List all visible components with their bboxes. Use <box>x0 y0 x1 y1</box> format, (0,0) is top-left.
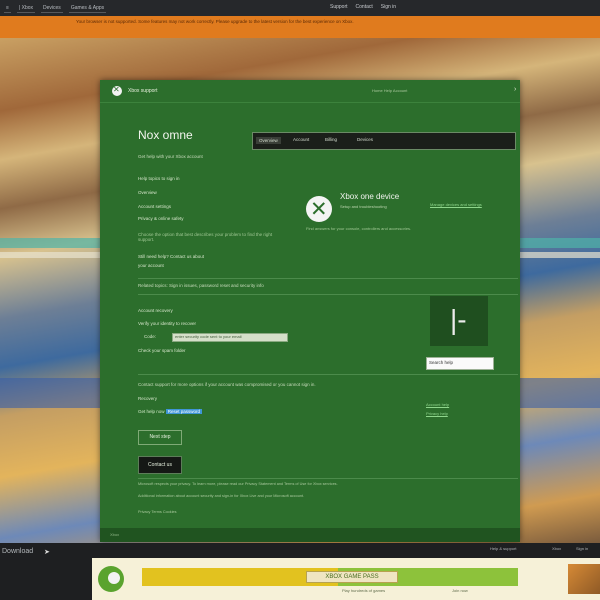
divider <box>138 374 518 375</box>
tab-billing[interactable]: Billing <box>325 137 337 142</box>
option-description: Choose the option that best describes yo… <box>138 232 273 242</box>
recovery-links: Get help now Reset password <box>138 409 203 414</box>
footer-links[interactable]: Privacy Terms Cookies <box>138 510 177 514</box>
secondary-text-1: Still need help? Contact us about <box>138 254 205 259</box>
xbox-logo-icon[interactable] <box>112 85 122 96</box>
spam-folder-note: Check your spam folder <box>138 348 186 353</box>
promo-headline[interactable]: XBOX GAME PASS <box>306 571 398 583</box>
support-link[interactable]: Support <box>330 4 348 10</box>
panel-header-links[interactable]: Home Help Account <box>372 88 407 93</box>
tab-devices[interactable]: Devices <box>357 137 373 142</box>
search-help-input[interactable]: Search help <box>426 357 494 370</box>
account-recovery-heading: Account recovery <box>138 308 173 313</box>
top-nav-item-2[interactable]: Devices <box>41 4 63 13</box>
cursor-glyph-icon: |- <box>450 304 467 335</box>
recovery-label: Recovery <box>138 396 158 401</box>
tab-overview[interactable]: Overview <box>256 137 281 144</box>
account-help-link[interactable]: Account help <box>426 402 449 407</box>
tab-bar: Overview Account Billing Devices <box>252 132 516 150</box>
browser-warning-text: Your browser is not supported. Some feat… <box>76 19 354 24</box>
next-step-button[interactable]: Next step <box>138 430 182 445</box>
panel-footer-brand: Xbox <box>110 532 120 537</box>
panel-brand[interactable]: Xbox support <box>128 88 157 94</box>
xbox-logo-promo-icon <box>108 572 120 584</box>
intro-text: Get help with your Xbox account <box>138 154 203 159</box>
panel-footer: Xbox <box>100 528 520 542</box>
footer-line-2: Additional information about account sec… <box>138 494 305 498</box>
divider <box>138 294 518 295</box>
preview-tile: |- <box>430 296 488 346</box>
feature-title: Xbox one device <box>340 192 400 201</box>
promo-thumbnail <box>568 564 600 594</box>
support-panel: Xbox support Home Help Account › Nox omn… <box>100 80 520 542</box>
feature-subtitle: Setup and troubleshooting <box>340 204 387 209</box>
secondary-text-2[interactable]: your account <box>138 263 164 268</box>
bottom-link-signin[interactable]: Sign in <box>576 546 588 551</box>
footer-line-1: Microsoft respects your privacy. To lear… <box>138 482 338 486</box>
privacy-help-link[interactable]: Privacy help <box>426 411 448 416</box>
sign-in-link[interactable]: Sign in <box>381 4 396 10</box>
security-code-value: enter security code sent to your email <box>175 334 242 339</box>
bottom-link-xbox[interactable]: Xbox <box>552 546 561 551</box>
arrow-icon[interactable]: ➤ <box>44 548 50 556</box>
code-label: Code: <box>144 334 157 339</box>
page-title: Nox omne <box>138 128 193 142</box>
contact-link[interactable]: Contact <box>356 4 373 10</box>
feature-description: Find answers for your console, controlle… <box>306 226 412 231</box>
promo-sub-1: Play hundreds of games <box>342 588 386 593</box>
divider <box>138 278 518 279</box>
top-nav-links: ≡ | Xbox Devices Games & Apps <box>4 4 107 13</box>
chevron-right-icon[interactable]: › <box>514 86 516 93</box>
get-help-link[interactable]: Get help now <box>138 409 165 414</box>
verify-identity-text: Verify your identity to recover <box>138 321 197 326</box>
top-nav-item-3[interactable]: Games & Apps <box>68 4 107 13</box>
divider <box>138 478 518 479</box>
manage-devices-link[interactable]: Manage devices and settings <box>430 202 482 207</box>
promo-sub-2[interactable]: Join now <box>452 588 468 593</box>
option-privacy[interactable]: Privacy & online safety <box>138 216 184 221</box>
info-text: Contact support for more options if your… <box>138 382 316 387</box>
security-code-input[interactable]: enter security code sent to your email <box>172 333 288 342</box>
download-label[interactable]: Download <box>2 548 33 555</box>
top-navigation-bar: ≡ | Xbox Devices Games & Apps Support Co… <box>0 0 600 17</box>
browser-warning-banner: Your browser is not supported. Some feat… <box>0 16 600 38</box>
top-nav-right: Support Contact Sign in <box>330 4 396 10</box>
panel-header: Xbox support Home Help Account › <box>100 80 520 103</box>
contact-us-button[interactable]: Contact us <box>138 456 182 474</box>
reset-password-link[interactable]: Reset password <box>165 409 203 414</box>
bottom-link-help[interactable]: Help & support <box>490 546 516 551</box>
option-overview[interactable]: Overview <box>138 190 157 195</box>
promo-banner[interactable]: XBOX GAME PASS Play hundreds of games Jo… <box>92 558 600 600</box>
section-label: Help topics to sign in <box>138 176 180 181</box>
top-nav-item-0[interactable]: ≡ <box>4 4 11 13</box>
top-nav-item-1[interactable]: | Xbox <box>16 4 36 13</box>
xbox-logo-large-icon <box>306 196 332 222</box>
related-topics-text: Related topics: Sign in issues, password… <box>138 283 264 288</box>
option-account-settings[interactable]: Account settings <box>138 204 171 209</box>
tab-account[interactable]: Account <box>293 137 309 142</box>
search-help-placeholder: Search help <box>429 360 454 365</box>
